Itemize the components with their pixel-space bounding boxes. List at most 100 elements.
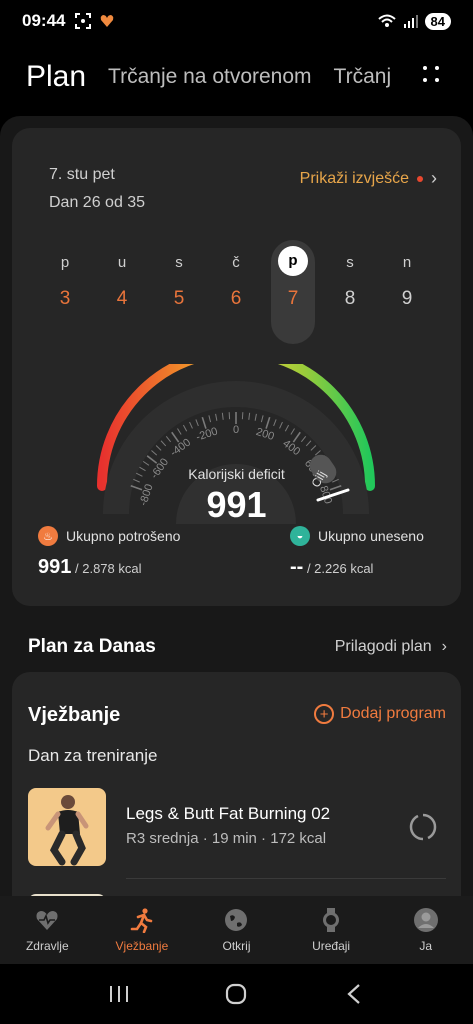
customize-plan-label: Prilagodi plan — [334, 638, 432, 655]
gauge-tick — [254, 413, 257, 421]
tab-running[interactable]: Trčanj — [334, 65, 392, 89]
intake-total: / 2.226 kcal — [306, 561, 374, 576]
nav-label: Otkrij — [222, 939, 251, 953]
day-item[interactable]: s 5 — [157, 240, 201, 344]
health-app-icon — [101, 15, 114, 27]
divider — [126, 878, 446, 879]
day-item[interactable]: č 6 — [214, 240, 258, 344]
gauge-tick — [201, 416, 207, 429]
workout-item[interactable]: Legs & Butt Fat Burning 02 R3 srednja · … — [28, 788, 448, 868]
gauge-tick — [182, 424, 188, 432]
day-item[interactable]: n 9 — [385, 240, 429, 344]
home-button[interactable] — [221, 979, 251, 1009]
day-item[interactable]: p 3 — [43, 240, 87, 344]
profile-icon — [413, 908, 438, 932]
gauge-tick — [292, 431, 301, 443]
notification-dot — [417, 175, 423, 182]
training-day-label: Dan za treniranje — [28, 746, 158, 765]
burned-total: / 2.878 kcal — [75, 561, 142, 576]
nav-exercise[interactable]: Vježbanje — [95, 896, 190, 964]
home-icon — [226, 983, 247, 1005]
add-program-label: Dodaj program — [340, 705, 446, 722]
intake-value: -- — [290, 556, 304, 578]
gauge-tick — [300, 436, 307, 443]
daily-summary-card: 7. stu pet Dan 26 od 35 Prikaži izvješće… — [12, 128, 461, 606]
gauge-tick — [155, 445, 162, 451]
week-selector: p 3 u 4 s 5 č 6 p 7 s 8 n 9 — [36, 240, 444, 344]
gauge-tick — [305, 440, 312, 447]
gauge-tick — [265, 416, 271, 429]
gauge-tick — [310, 445, 317, 451]
gauge-tick — [177, 428, 182, 435]
gauge-tick — [171, 431, 180, 443]
add-program-button[interactable]: + Dodaj program — [314, 704, 446, 724]
nav-label: Ja — [419, 939, 433, 953]
gauge-tick-label: -400 — [168, 437, 193, 460]
burned-value: 991 — [38, 556, 72, 578]
nav-discover[interactable]: Otkrij — [189, 896, 284, 964]
back-button[interactable] — [339, 979, 369, 1009]
nav-health[interactable]: Zdravlje — [0, 896, 95, 964]
day-progress: Dan 26 od 35 — [49, 194, 146, 211]
customize-plan-link[interactable]: Prilagodi plan › — [335, 638, 447, 656]
gauge-tick — [279, 421, 283, 429]
nav-profile[interactable]: Ja — [378, 896, 473, 964]
gauge-tick-label: 400 — [280, 438, 302, 458]
system-navigation — [0, 964, 473, 1024]
wifi-icon — [377, 14, 396, 27]
gauge-tick — [189, 421, 193, 429]
tab-outdoor-running[interactable]: Trčanje na otvorenom — [108, 65, 312, 89]
date-label: 7. stu pet — [49, 166, 115, 183]
nav-label: Zdravlje — [25, 939, 69, 953]
workout-thumbnail — [28, 788, 106, 866]
nav-devices[interactable]: Uređaji — [284, 896, 379, 964]
discover-icon — [225, 909, 248, 931]
refresh-icon[interactable] — [408, 812, 438, 842]
exercise-icon — [130, 908, 153, 933]
gauge-tick — [273, 419, 277, 427]
plus-circle-icon: + — [314, 704, 335, 724]
total-burned-stat[interactable]: ♨ Ukupno potrošeno 991 / 2.878 kcal — [38, 526, 180, 579]
screenshot-icon — [75, 13, 92, 29]
day-item[interactable]: u 4 — [100, 240, 144, 344]
day-item[interactable]: s 8 — [328, 240, 372, 344]
gauge-tick — [215, 413, 218, 421]
nav-label: Uređaji — [312, 939, 351, 953]
gauge-tick — [146, 455, 158, 464]
gauge-tick-label: 200 — [254, 426, 275, 443]
exercise-card: Vježbanje + Dodaj program Dan za trenira… — [12, 672, 461, 896]
signal-icon — [403, 15, 418, 28]
plan-today-title: Plan za Danas — [28, 636, 156, 657]
workout-name: Legs & Butt Fat Burning 02 — [126, 804, 331, 823]
day-item-selected[interactable]: p 7 — [271, 240, 315, 344]
battery-indicator: 84 — [424, 12, 451, 30]
health-icon — [36, 911, 58, 930]
burned-label: Ukupno potrošeno — [66, 528, 181, 544]
back-icon — [347, 984, 360, 1004]
deficit-label: Kalorijski deficit — [188, 466, 285, 482]
tab-plan[interactable]: Plan — [26, 60, 86, 94]
main-content[interactable]: 7. stu pet Dan 26 od 35 Prikaži izvješće… — [0, 116, 473, 896]
recent-apps-button[interactable] — [104, 979, 134, 1009]
total-intake-stat[interactable]: ◒ Ukupno uneseno -- / 2.226 kcal — [290, 526, 424, 579]
gauge-tick — [151, 450, 158, 456]
status-time: 09:44 — [22, 11, 66, 30]
gauge-tick — [290, 428, 295, 435]
gauge-tick — [160, 440, 167, 447]
workout-meta: R3 srednja · 19 min · 172 kcal — [126, 830, 327, 847]
bottom-navigation: Zdravlje Vježbanje Otkrij Uređaji Ja — [0, 896, 473, 964]
deficit-value: 991 — [206, 484, 267, 525]
gauge-tick — [221, 412, 224, 420]
recent-apps-icon — [109, 986, 128, 1002]
gauge-tick — [142, 460, 150, 466]
nav-label: Vježbanje — [115, 939, 169, 953]
gauge-tick — [248, 412, 251, 420]
chevron-right-icon: › — [441, 638, 447, 655]
show-report-link[interactable]: Prikaži izvješće › — [300, 168, 437, 189]
devices-icon — [323, 908, 340, 932]
gauge-tick — [314, 450, 321, 456]
more-options-icon[interactable] — [419, 62, 443, 86]
gauge-tick — [165, 436, 172, 443]
gauge-tick — [208, 415, 212, 423]
gauge-tick-label: -200 — [195, 425, 220, 443]
